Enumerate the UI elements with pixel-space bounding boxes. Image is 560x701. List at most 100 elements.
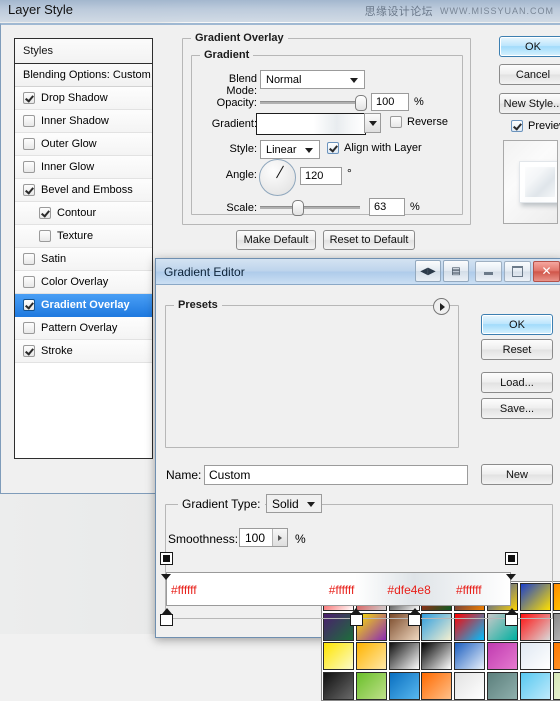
gradient-preset-swatch[interactable] bbox=[388, 671, 420, 700]
gradient-preset-swatch[interactable] bbox=[552, 583, 560, 611]
effect-checkbox[interactable] bbox=[23, 322, 35, 334]
color-stop-marker[interactable] bbox=[349, 608, 363, 626]
scale-slider-knob[interactable] bbox=[292, 200, 304, 216]
gradient-editor-new-button[interactable]: New bbox=[481, 464, 553, 485]
cancel-button[interactable]: Cancel bbox=[499, 64, 560, 85]
effect-checkbox[interactable] bbox=[23, 138, 35, 150]
gradient-editor-titlebar[interactable]: Gradient Editor ◀▶ ▤ ✕ bbox=[156, 259, 560, 285]
angle-dial[interactable] bbox=[259, 159, 296, 196]
angle-input[interactable]: 120 bbox=[300, 167, 342, 185]
prev-next-icon[interactable]: ◀▶ bbox=[415, 260, 441, 282]
gradient-preset-swatch[interactable] bbox=[519, 671, 551, 700]
opacity-slider-track bbox=[260, 100, 365, 104]
smoothness-label: Smoothness: bbox=[168, 532, 239, 546]
make-default-button[interactable]: Make Default bbox=[236, 230, 316, 250]
color-stop-hex-label: #ffffff bbox=[171, 583, 197, 597]
ok-button[interactable]: OK bbox=[499, 36, 560, 57]
effect-checkbox[interactable] bbox=[23, 161, 35, 173]
effect-label: Inner Shadow bbox=[41, 115, 109, 127]
gradient-editor-ok-button[interactable]: OK bbox=[481, 314, 553, 335]
close-icon[interactable]: ✕ bbox=[533, 260, 560, 282]
minimize-icon[interactable] bbox=[475, 260, 502, 282]
effect-checkbox[interactable] bbox=[23, 276, 35, 288]
align-with-layer-checkbox[interactable] bbox=[327, 142, 339, 154]
gradient-preset-swatch[interactable] bbox=[552, 642, 560, 670]
preview-checkbox-row[interactable]: Preview bbox=[511, 120, 560, 132]
smoothness-input[interactable]: 100 bbox=[239, 528, 288, 547]
gradient-preset-swatch[interactable] bbox=[421, 642, 453, 670]
gradient-editor-load-button[interactable]: Load... bbox=[481, 372, 553, 393]
reverse-checkbox-row[interactable]: Reverse bbox=[390, 116, 448, 128]
styles-list-item-bevel-and-emboss[interactable]: Bevel and Emboss bbox=[15, 179, 152, 202]
new-style-button[interactable]: New Style... bbox=[499, 93, 560, 114]
color-stop-marker[interactable] bbox=[505, 608, 518, 626]
scale-slider[interactable] bbox=[260, 200, 360, 216]
opacity-input[interactable]: 100 bbox=[371, 93, 409, 111]
styles-list-item-inner-shadow[interactable]: Inner Shadow bbox=[15, 110, 152, 133]
styles-list-item-stroke[interactable]: Stroke bbox=[15, 340, 152, 363]
effect-checkbox[interactable] bbox=[23, 299, 35, 311]
opacity-stop-marker[interactable] bbox=[160, 552, 173, 580]
styles-list-item-gradient-overlay[interactable]: Gradient Overlay bbox=[15, 294, 152, 317]
effect-label: Drop Shadow bbox=[41, 92, 108, 104]
opacity-slider[interactable] bbox=[260, 95, 367, 111]
gradient-preset-swatch[interactable] bbox=[454, 671, 486, 700]
gradient-preset-swatch[interactable] bbox=[486, 671, 518, 700]
reset-to-default-button[interactable]: Reset to Default bbox=[323, 230, 415, 250]
opacity-slider-knob[interactable] bbox=[355, 95, 367, 111]
gradient-preset-swatch[interactable] bbox=[552, 612, 560, 641]
styles-list-item-pattern-overlay[interactable]: Pattern Overlay bbox=[15, 317, 152, 340]
effect-checkbox[interactable] bbox=[39, 207, 51, 219]
blending-options-row[interactable]: Blending Options: Custom bbox=[15, 64, 152, 87]
effect-checkbox[interactable] bbox=[23, 253, 35, 265]
gradient-editor-save-button[interactable]: Save... bbox=[481, 398, 553, 419]
gradient-preset-swatch[interactable] bbox=[355, 671, 387, 700]
styles-list[interactable]: Styles Blending Options: Custom Drop Sha… bbox=[14, 38, 153, 459]
gradient-preset-swatch[interactable] bbox=[421, 671, 453, 700]
effect-label: Outer Glow bbox=[41, 138, 97, 150]
gradient-editor-reset-button[interactable]: Reset bbox=[481, 339, 553, 360]
blend-mode-select[interactable]: Normal bbox=[260, 70, 365, 89]
scale-input[interactable]: 63 bbox=[369, 198, 405, 216]
panel-menu-icon[interactable]: ▤ bbox=[443, 260, 469, 282]
effect-checkbox[interactable] bbox=[39, 230, 51, 242]
gradient-preview-swatch[interactable] bbox=[256, 113, 366, 135]
effect-checkbox[interactable] bbox=[23, 345, 35, 357]
effect-checkbox[interactable] bbox=[23, 115, 35, 127]
style-select[interactable]: Linear bbox=[260, 140, 320, 159]
smoothness-spinner[interactable] bbox=[272, 529, 287, 546]
gradient-preset-swatch[interactable] bbox=[388, 642, 420, 670]
gradient-type-select[interactable]: Solid bbox=[266, 494, 322, 513]
gradient-picker-dropdown[interactable] bbox=[364, 113, 381, 133]
styles-list-item-satin[interactable]: Satin bbox=[15, 248, 152, 271]
effect-label: Texture bbox=[57, 230, 94, 242]
effect-checkbox[interactable] bbox=[23, 184, 35, 196]
styles-list-item-outer-glow[interactable]: Outer Glow bbox=[15, 133, 152, 156]
gradient-preset-swatch[interactable] bbox=[454, 642, 486, 670]
gradient-preset-swatch[interactable] bbox=[355, 642, 387, 670]
name-input[interactable]: Custom bbox=[204, 465, 468, 485]
align-with-layer-row[interactable]: Align with Layer bbox=[327, 142, 422, 154]
styles-list-item-inner-glow[interactable]: Inner Glow bbox=[15, 156, 152, 179]
gradient-preset-swatch[interactable] bbox=[552, 671, 560, 700]
preview-checkbox[interactable] bbox=[511, 120, 523, 132]
maximize-icon[interactable] bbox=[504, 260, 531, 282]
styles-list-item-texture[interactable]: Texture bbox=[15, 225, 152, 248]
presets-menu-icon[interactable] bbox=[433, 298, 450, 315]
styles-list-item-contour[interactable]: Contour bbox=[15, 202, 152, 225]
gradient-preset-swatch[interactable] bbox=[486, 642, 518, 670]
gradient-preset-swatch[interactable] bbox=[323, 671, 354, 700]
effect-label: Pattern Overlay bbox=[41, 322, 118, 334]
opacity-stop-marker[interactable] bbox=[505, 552, 518, 580]
color-stop-marker[interactable] bbox=[408, 608, 422, 626]
gradient-preset-swatch[interactable] bbox=[323, 642, 354, 670]
smoothness-unit: % bbox=[295, 532, 306, 546]
effect-checkbox[interactable] bbox=[23, 92, 35, 104]
styles-list-item-drop-shadow[interactable]: Drop Shadow bbox=[15, 87, 152, 110]
chevron-down-icon bbox=[368, 120, 377, 126]
scale-unit: % bbox=[410, 201, 420, 213]
gradient-preset-swatch[interactable] bbox=[519, 642, 551, 670]
reverse-checkbox[interactable] bbox=[390, 116, 402, 128]
color-stop-marker[interactable] bbox=[160, 608, 173, 626]
styles-list-item-color-overlay[interactable]: Color Overlay bbox=[15, 271, 152, 294]
